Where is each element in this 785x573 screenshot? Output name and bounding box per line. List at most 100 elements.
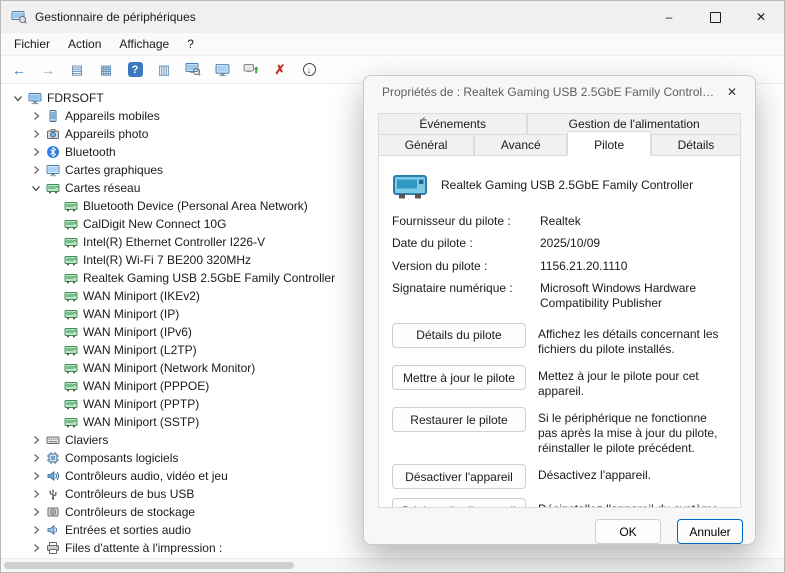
tree-item-label: WAN Miniport (L2TP) [83, 343, 197, 357]
action-description: Si le périphérique ne fonctionne pas apr… [538, 407, 727, 455]
desactiver-l-appareil-button[interactable]: Désactiver l'appareil [392, 464, 526, 489]
expander[interactable] [31, 147, 41, 157]
expander[interactable] [31, 165, 41, 175]
show-console-tree-button[interactable]: ▤ [67, 59, 87, 80]
help-icon: ? [128, 62, 143, 77]
tree-item-label: CalDigit New Connect 10G [83, 217, 226, 231]
tree-item-label: Realtek Gaming USB 2.5GbE Family Control… [83, 271, 335, 285]
dialog-tabs: ÉvénementsGestion de l'alimentation Géné… [364, 108, 755, 156]
field-label: Signataire numérique : [392, 281, 534, 310]
speaker-icon [46, 523, 60, 537]
properties-list-button[interactable]: ▦ [96, 59, 116, 80]
action-description: Affichez les détails concernant les fich… [538, 323, 727, 356]
close-button[interactable]: ✕ [738, 1, 784, 33]
properties-list-icon: ▦ [100, 63, 112, 76]
tree-item-label: Appareils photo [65, 127, 148, 141]
expander[interactable] [31, 489, 41, 499]
tree-item-label: WAN Miniport (IPv6) [83, 325, 192, 339]
menu-fichier[interactable]: Fichier [5, 35, 59, 53]
tree-item-label: Files d'attente à l'impression : [65, 541, 222, 555]
device-header: Realtek Gaming USB 2.5GbE Family Control… [392, 170, 727, 200]
horizontal-scrollbar[interactable] [1, 558, 784, 572]
action-row: Restaurer le pilote Si le périphérique ne… [392, 407, 727, 455]
tab-general[interactable]: Général [378, 134, 474, 156]
tree-item-label: Cartes graphiques [65, 163, 163, 177]
expander[interactable] [31, 111, 41, 121]
expander[interactable] [31, 129, 41, 139]
network-icon [64, 235, 78, 249]
tree-item-label: Contrôleurs de stockage [65, 505, 195, 519]
ok-button[interactable]: OK [595, 519, 661, 544]
tree-item-label: WAN Miniport (IP) [83, 307, 179, 321]
tab-details[interactable]: Détails [651, 134, 741, 156]
network-icon [46, 181, 60, 195]
window-controls: – ✕ [646, 1, 784, 33]
window-title: Gestionnaire de périphériques [35, 10, 196, 24]
camera-icon [46, 127, 60, 141]
devices-monitor-button[interactable] [212, 59, 232, 80]
keyboard-icon [46, 433, 60, 447]
action-row: Désinstaller l'appareilDésinstallez l'ap… [392, 498, 727, 508]
scrollbar-thumb[interactable] [4, 562, 294, 569]
expander[interactable] [31, 453, 41, 463]
chip-icon [46, 451, 60, 465]
field-value: 2025/10/09 [540, 236, 727, 250]
menu-action[interactable]: Action [59, 35, 110, 53]
disable-button[interactable]: ↓ [299, 59, 319, 80]
tree-item-label: Appareils mobiles [65, 109, 160, 123]
network-icon [64, 397, 78, 411]
tree-item-label: WAN Miniport (IKEv2) [83, 289, 200, 303]
desinstaller-l-appareil-button[interactable]: Désinstaller l'appareil [392, 498, 526, 508]
uninstall-button[interactable]: ✗ [270, 59, 290, 80]
maximize-button[interactable] [692, 1, 738, 33]
menu-affichage[interactable]: Affichage [110, 35, 178, 53]
expander[interactable] [31, 507, 41, 517]
back-button[interactable]: ← [9, 59, 29, 80]
devices-monitor-icon [215, 63, 230, 77]
help-button[interactable]: ? [125, 59, 145, 80]
audio-icon [46, 469, 60, 483]
expander[interactable] [31, 183, 41, 193]
display-icon [46, 163, 60, 177]
update-driver-button[interactable] [241, 59, 261, 80]
show-console-tree-icon: ▤ [71, 63, 83, 76]
driver-actions: Détails du pilote Affichez les détails co… [392, 323, 727, 508]
dialog-close-button[interactable]: ✕ [715, 79, 749, 105]
expander[interactable] [31, 435, 41, 445]
tab-row-1: ÉvénementsGestion de l'alimentation [378, 113, 741, 135]
scan-hardware-button[interactable] [183, 59, 203, 80]
dialog-footer: OK Annuler [364, 508, 755, 544]
cancel-button[interactable]: Annuler [677, 519, 743, 544]
network-icon [64, 199, 78, 213]
restaurer-le-pilote-button[interactable]: Restaurer le pilote [392, 407, 526, 432]
menu-help[interactable]: ? [178, 35, 203, 53]
field-label: Date du pilote : [392, 236, 534, 250]
tree-item-label: WAN Miniport (SSTP) [83, 415, 199, 429]
dialog-title: Propriétés de : Realtek Gaming USB 2.5Gb… [382, 85, 715, 99]
minimize-button[interactable]: – [646, 1, 692, 33]
tab-evenements[interactable]: Événements [378, 113, 527, 135]
network-icon [64, 361, 78, 375]
expander[interactable] [31, 471, 41, 481]
menu-bar: FichierActionAffichage? [1, 33, 784, 56]
expander[interactable] [13, 93, 23, 103]
forward-button[interactable]: → [38, 59, 58, 80]
details-du-pilote-button[interactable]: Détails du pilote [392, 323, 526, 348]
network-icon [64, 415, 78, 429]
network-adapter-icon [392, 170, 428, 200]
tab-pilote[interactable]: Pilote [567, 131, 650, 156]
mettre-a-jour-le-pilote-button[interactable]: Mettre à jour le pilote [392, 365, 526, 390]
network-icon [64, 325, 78, 339]
tree-item-label: Cartes réseau [65, 181, 140, 195]
tree-item-label: Bluetooth [65, 145, 116, 159]
action-row: Détails du pilote Affichez les détails co… [392, 323, 727, 356]
network-icon [64, 253, 78, 267]
uninstall-icon: ✗ [275, 63, 286, 76]
tab-avance[interactable]: Avancé [474, 134, 567, 156]
dialog-title-bar: Propriétés de : Realtek Gaming USB 2.5Gb… [364, 76, 755, 108]
expander[interactable] [31, 525, 41, 535]
expander[interactable] [31, 543, 41, 553]
export-list-button[interactable]: ▥ [154, 59, 174, 80]
action-description: Désactivez l'appareil. [538, 464, 727, 483]
title-bar: Gestionnaire de périphériques – ✕ [1, 1, 784, 33]
